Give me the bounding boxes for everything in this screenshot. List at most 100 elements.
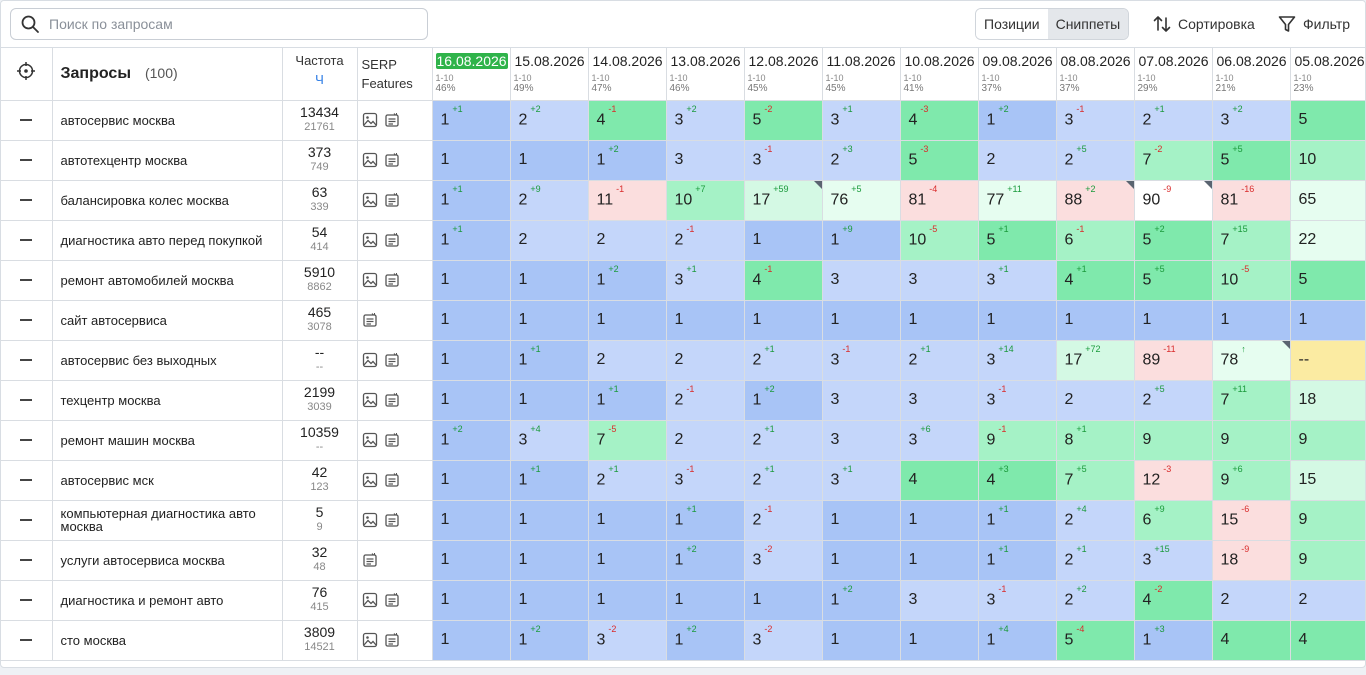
position-cell[interactable]: 1+3 bbox=[1134, 620, 1213, 661]
position-cell[interactable]: 7+11 bbox=[1212, 380, 1291, 421]
serp-cell[interactable] bbox=[357, 100, 433, 141]
position-cell[interactable]: 2+1 bbox=[588, 460, 667, 501]
position-cell[interactable]: 8+1 bbox=[1056, 420, 1135, 461]
position-cell[interactable]: 1 bbox=[510, 500, 589, 541]
position-cell[interactable]: 2 bbox=[510, 220, 589, 261]
position-cell[interactable]: 3-1 bbox=[666, 460, 745, 501]
date-header-3[interactable]: 13.08.2026 1-10 46% bbox=[666, 48, 745, 101]
position-cell[interactable]: 76+5 bbox=[822, 180, 901, 221]
position-cell[interactable]: 3 bbox=[822, 380, 901, 421]
position-cell[interactable]: 9 bbox=[1212, 420, 1291, 461]
position-cell[interactable]: 5 bbox=[1290, 260, 1365, 301]
position-cell[interactable]: 1 bbox=[900, 500, 979, 541]
position-cell[interactable]: 9-1 bbox=[978, 420, 1057, 461]
position-cell[interactable]: 1+9 bbox=[822, 220, 901, 261]
position-cell[interactable]: 3 bbox=[822, 260, 901, 301]
position-cell[interactable]: 3-1 bbox=[744, 140, 823, 181]
query-cell[interactable]: автосервис москва bbox=[52, 100, 283, 141]
position-cell[interactable]: 7-2 bbox=[1134, 140, 1213, 181]
position-cell[interactable]: 1 bbox=[1056, 300, 1135, 341]
table-row[interactable]: сайт автосервиса 465 3078 1 1 1 1 1 1 1 1 1 1 1 1 bbox=[1, 300, 1365, 341]
table-row[interactable]: техцентр москва 2199 3039 1 1 1+1 2-1 1+2 3 3 3-1 2… bbox=[1, 380, 1365, 421]
position-cell[interactable]: 1+2 bbox=[978, 100, 1057, 141]
table-row[interactable]: услуги автосервиса москва 32 48 1 1 1 1+2 3-2 1 1… bbox=[1, 540, 1365, 581]
position-cell[interactable]: 1 bbox=[432, 500, 511, 541]
row-toggle[interactable] bbox=[1, 460, 53, 501]
table-row[interactable]: диагностика авто перед покупкой 54 414 1+1 2… bbox=[1, 220, 1365, 261]
serp-cell[interactable] bbox=[357, 500, 433, 541]
position-cell[interactable]: 5+2 bbox=[1134, 220, 1213, 261]
serp-cell[interactable] bbox=[357, 420, 433, 461]
position-cell[interactable]: 4 bbox=[1290, 620, 1365, 661]
position-cell[interactable]: 1+1 bbox=[978, 500, 1057, 541]
position-cell[interactable]: 3 bbox=[900, 380, 979, 421]
position-cell[interactable]: 9 bbox=[1290, 420, 1365, 461]
position-cell[interactable]: 65 bbox=[1290, 180, 1365, 221]
serp-cell[interactable] bbox=[357, 180, 433, 221]
sort-button[interactable]: Сортировка bbox=[1152, 8, 1255, 40]
position-cell[interactable]: 4-1 bbox=[744, 260, 823, 301]
filter-button[interactable]: Фильтр bbox=[1277, 8, 1350, 40]
position-cell[interactable]: 1 bbox=[666, 580, 745, 621]
position-cell[interactable]: 3+1 bbox=[666, 260, 745, 301]
table-row[interactable]: ремонт машин москва 10359 -- 1+2 3+4 7-5 2 2+1 3… bbox=[1, 420, 1365, 461]
date-header-9[interactable]: 07.08.2026 1-10 29% bbox=[1134, 48, 1213, 101]
date-header-4[interactable]: 12.08.2026 1-10 45% bbox=[744, 48, 823, 101]
position-cell[interactable]: 10-5 bbox=[900, 220, 979, 261]
serp-cell[interactable] bbox=[357, 260, 433, 301]
position-cell[interactable]: 10 bbox=[1290, 140, 1365, 181]
position-cell[interactable]: 2+1 bbox=[744, 340, 823, 381]
position-cell[interactable]: 1 bbox=[432, 340, 511, 381]
position-cell[interactable]: 1 bbox=[432, 140, 511, 181]
query-cell[interactable]: ремонт машин москва bbox=[52, 420, 283, 461]
position-cell[interactable]: 2+1 bbox=[900, 340, 979, 381]
position-cell[interactable]: 18-9 bbox=[1212, 540, 1291, 581]
position-cell[interactable]: 1+2 bbox=[588, 140, 667, 181]
serp-cell[interactable] bbox=[357, 580, 433, 621]
query-cell[interactable]: автосервис мск bbox=[52, 460, 283, 501]
date-header-11[interactable]: 05.08.2026 1-10 23% bbox=[1290, 48, 1365, 101]
position-cell[interactable]: 2 bbox=[588, 340, 667, 381]
position-cell[interactable]: 3-1 bbox=[978, 580, 1057, 621]
date-header-8[interactable]: 08.08.2026 1-10 37% bbox=[1056, 48, 1135, 101]
query-cell[interactable]: компьютерная диагностика авто москва bbox=[52, 500, 283, 541]
row-toggle[interactable] bbox=[1, 580, 53, 621]
position-cell[interactable]: -- bbox=[1290, 340, 1365, 381]
table-row[interactable]: автосервис москва 13434 21761 1+1 2+2 4-1 3+2 5… bbox=[1, 100, 1365, 141]
position-cell[interactable]: 18 bbox=[1290, 380, 1365, 421]
position-cell[interactable]: 1 bbox=[900, 620, 979, 661]
serp-cell[interactable] bbox=[357, 220, 433, 261]
target-header[interactable] bbox=[1, 48, 53, 101]
position-cell[interactable]: 1+1 bbox=[510, 340, 589, 381]
position-cell[interactable]: 1+4 bbox=[978, 620, 1057, 661]
position-cell[interactable]: 1 bbox=[1290, 300, 1365, 341]
position-cell[interactable]: 1 bbox=[432, 540, 511, 581]
position-cell[interactable]: 2+5 bbox=[1056, 140, 1135, 181]
queries-header[interactable]: Запросы (100) bbox=[52, 48, 283, 101]
query-cell[interactable]: автотехцентр москва bbox=[52, 140, 283, 181]
position-cell[interactable]: 2+2 bbox=[510, 100, 589, 141]
row-toggle[interactable] bbox=[1, 100, 53, 141]
snippets-tab[interactable]: Сниппеты bbox=[1047, 9, 1129, 39]
row-toggle[interactable] bbox=[1, 180, 53, 221]
position-cell[interactable]: 1 bbox=[588, 300, 667, 341]
serp-cell[interactable] bbox=[357, 540, 433, 581]
position-cell[interactable]: 77+11 bbox=[978, 180, 1057, 221]
table-row[interactable]: ремонт автомобилей москва 5910 8862 1 1 1+2 3+… bbox=[1, 260, 1365, 301]
position-cell[interactable]: 5-3 bbox=[900, 140, 979, 181]
position-cell[interactable]: 2+5 bbox=[1134, 380, 1213, 421]
position-cell[interactable]: 1+2 bbox=[822, 580, 901, 621]
position-cell[interactable]: 2+2 bbox=[1056, 580, 1135, 621]
position-cell[interactable]: 1 bbox=[822, 620, 901, 661]
position-cell[interactable]: 3+2 bbox=[1212, 100, 1291, 141]
serp-cell[interactable] bbox=[357, 620, 433, 661]
table-row[interactable]: автосервис мск 42 123 1 1+1 2+1 3-1 2+1 3+1 4 4+3 7… bbox=[1, 460, 1365, 501]
position-cell[interactable]: 90-9 bbox=[1134, 180, 1213, 221]
position-cell[interactable]: 2+1 bbox=[1134, 100, 1213, 141]
position-cell[interactable]: 5-2 bbox=[744, 100, 823, 141]
position-cell[interactable]: 5+5 bbox=[1212, 140, 1291, 181]
position-cell[interactable]: 2-1 bbox=[666, 380, 745, 421]
position-cell[interactable]: 3+1 bbox=[822, 460, 901, 501]
table-row[interactable]: автосервис без выходных -- -- 1 1+1 2 2 2+1 3-1 2… bbox=[1, 340, 1365, 381]
position-cell[interactable]: 1 bbox=[744, 220, 823, 261]
